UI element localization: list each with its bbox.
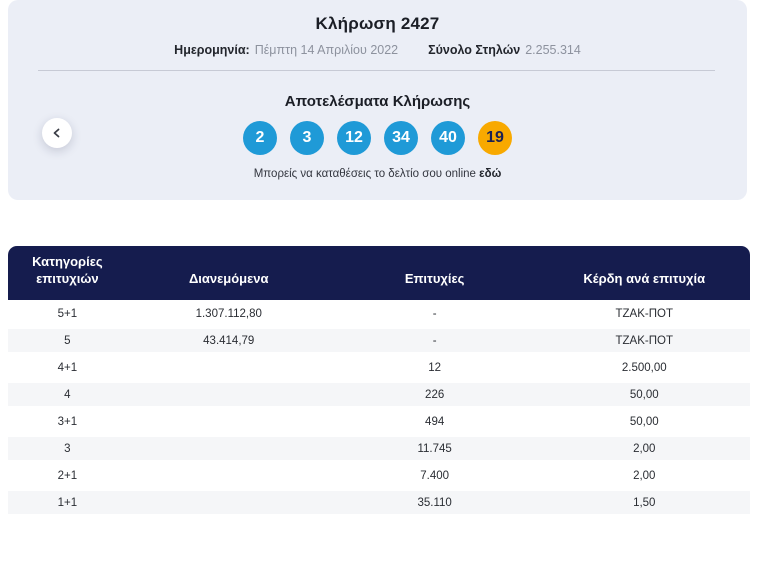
- category-cell: 2+1: [8, 462, 127, 489]
- category-cell: 4+1: [8, 354, 127, 381]
- prize-cell: 2,00: [538, 462, 750, 489]
- total-columns: Σύνολο Στηλών 2.255.314: [428, 43, 581, 57]
- prize-cell: 2,00: [538, 435, 750, 462]
- prize-table-body: 5+1 1.307.112,80- ΤΖΑΚ-ΠΟΤ 5 43.414,79- ΤΖΑΚ-…: [8, 300, 750, 516]
- results-title: Αποτελέσματα Κλήρωσης: [284, 93, 471, 110]
- submit-note-link[interactable]: εδώ: [479, 168, 501, 180]
- chevron-left-icon: [52, 128, 62, 138]
- prize-cell: ΤΖΑΚ-ΠΟΤ: [538, 300, 750, 327]
- table-row: 4+1 12 2.500,00: [8, 354, 750, 381]
- draw-date: Ημερομηνία: Πέμπτη 14 Απριλίου 2022: [174, 43, 398, 57]
- prize-table: Κατηγορίες επιτυχιών Διανεμόμενα Επιτυχί…: [8, 246, 750, 516]
- distributed-cell: [126, 381, 331, 408]
- prize-cell: 2.500,00: [538, 354, 750, 381]
- header-prize-per-winner: Κέρδη ανά επιτυχία: [538, 246, 750, 300]
- header-categories: Κατηγορίες επιτυχιών: [8, 246, 127, 300]
- winners-cell: -: [330, 300, 539, 327]
- prize-cell: ΤΖΑΚ-ΠΟΤ: [538, 327, 750, 354]
- category-cell: 4: [8, 381, 127, 408]
- winners-cell: 12: [330, 354, 539, 381]
- draw-date-label: Ημερομηνία:: [174, 43, 250, 57]
- distributed-cell: 43.414,79: [126, 327, 331, 354]
- total-columns-label: Σύνολο Στηλών: [428, 43, 521, 57]
- category-cell: 5: [8, 327, 127, 354]
- prize-table-header-row: Κατηγορίες επιτυχιών Διανεμόμενα Επιτυχί…: [8, 246, 750, 300]
- previous-draw-button[interactable]: [42, 118, 72, 148]
- number-ball: 34: [384, 121, 418, 155]
- number-ball: 12: [337, 121, 371, 155]
- winners-cell: 35.110: [330, 489, 539, 516]
- bonus-ball: 19: [478, 121, 512, 155]
- draw-card: Κλήρωση 2427 Ημερομηνία: Πέμπτη 14 Απριλ…: [8, 0, 747, 200]
- numbers-row: 2 3 12 34 40 19: [8, 121, 747, 155]
- winners-cell: 226: [330, 381, 539, 408]
- winners-cell: 494: [330, 408, 539, 435]
- draw-date-value: Πέμπτη 14 Απριλίου 2022: [254, 43, 399, 57]
- distributed-cell: [126, 435, 331, 462]
- table-row: 4 226 50,00: [8, 381, 750, 408]
- category-cell: 5+1: [8, 300, 127, 327]
- winners-cell: -: [330, 327, 539, 354]
- number-ball: 40: [431, 121, 465, 155]
- table-row: 1+1 35.110 1,50: [8, 489, 750, 516]
- prize-cell: 50,00: [538, 408, 750, 435]
- winners-cell: 7.400: [330, 462, 539, 489]
- number-ball: 3: [290, 121, 324, 155]
- distributed-cell: [126, 354, 331, 381]
- total-columns-value: 2.255.314: [525, 43, 581, 57]
- table-row: 3 11.745 2,00: [8, 435, 750, 462]
- prize-table-section: Κατηγορίες επιτυχιών Διανεμόμενα Επιτυχί…: [8, 246, 750, 516]
- category-cell: 3+1: [8, 408, 127, 435]
- category-cell: 3: [8, 435, 127, 462]
- table-row: 5+1 1.307.112,80- ΤΖΑΚ-ΠΟΤ: [8, 300, 750, 327]
- winners-cell: 11.745: [330, 435, 539, 462]
- table-row: 5 43.414,79- ΤΖΑΚ-ΠΟΤ: [8, 327, 750, 354]
- distributed-cell: [126, 462, 331, 489]
- category-cell: 1+1: [8, 489, 127, 516]
- header-distributed: Διανεμόμενα: [126, 246, 331, 300]
- prize-cell: 1,50: [538, 489, 750, 516]
- prize-cell: 50,00: [538, 381, 750, 408]
- header-winners: Επιτυχίες: [330, 246, 539, 300]
- draw-title: Κλήρωση 2427: [315, 14, 440, 33]
- distributed-cell: [126, 408, 331, 435]
- divider: [38, 70, 715, 71]
- draw-meta: Ημερομηνία: Πέμπτη 14 Απριλίου 2022 Σύνο…: [8, 43, 747, 57]
- distributed-cell: 1.307.112,80: [126, 300, 331, 327]
- submit-note-text: Μπορείς να καταθέσεις το δελτίο σου onli…: [253, 168, 476, 180]
- submit-note: Μπορείς να καταθέσεις το δελτίο σου onli…: [8, 168, 747, 180]
- distributed-cell: [126, 489, 331, 516]
- table-row: 3+1 494 50,00: [8, 408, 750, 435]
- table-row: 2+1 7.400 2,00: [8, 462, 750, 489]
- number-ball: 2: [243, 121, 277, 155]
